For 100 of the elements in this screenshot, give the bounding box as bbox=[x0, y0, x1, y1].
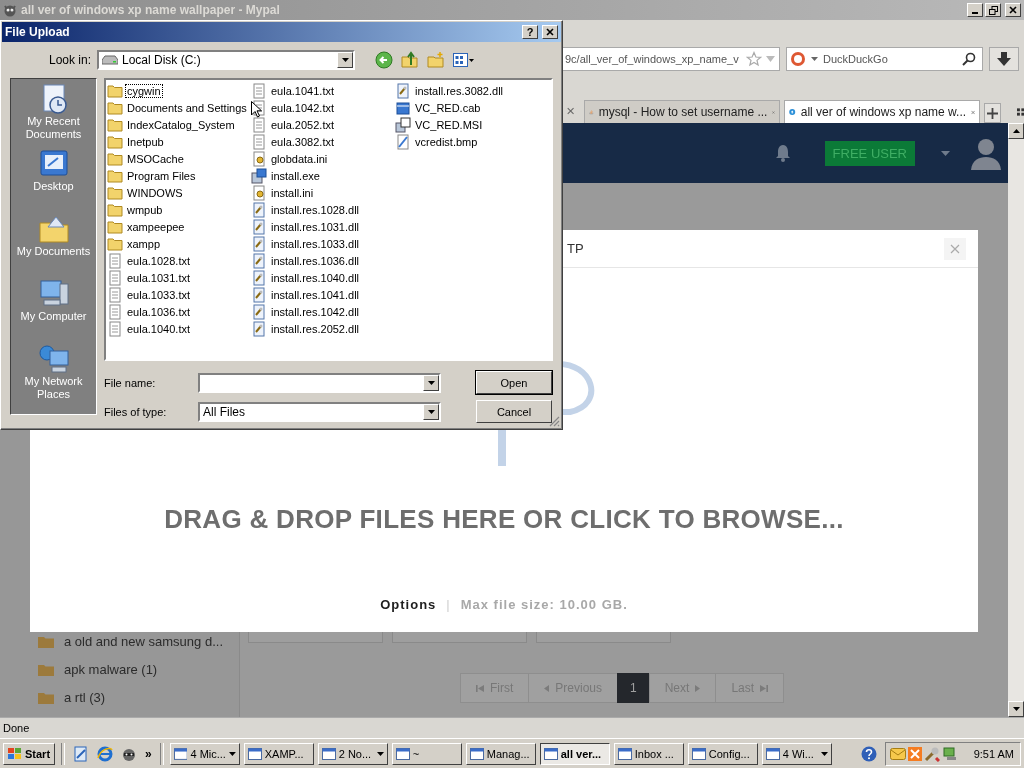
open-button[interactable]: Open bbox=[476, 371, 552, 394]
resize-grip-icon[interactable] bbox=[549, 416, 560, 427]
file-item[interactable]: MSOCache bbox=[125, 151, 186, 166]
options-link[interactable]: Options bbox=[380, 597, 437, 612]
file-item[interactable]: eula.1031.txt bbox=[125, 270, 192, 285]
scrollbar[interactable] bbox=[1008, 123, 1024, 717]
look-in-dropdown[interactable]: Local Disk (C:) bbox=[97, 50, 355, 70]
star-icon[interactable] bbox=[746, 51, 762, 67]
places-item[interactable]: My Documents bbox=[16, 245, 91, 258]
file-type-dropdown[interactable]: All Files bbox=[198, 401, 441, 422]
file-name-field[interactable] bbox=[198, 372, 441, 393]
file-item[interactable]: WINDOWS bbox=[125, 185, 185, 200]
pencil-document-icon[interactable] bbox=[73, 745, 90, 762]
new-tab-button[interactable] bbox=[984, 103, 1001, 123]
file-item[interactable]: install.res.1036.dll bbox=[269, 253, 362, 268]
bell-icon[interactable] bbox=[774, 144, 791, 162]
view-menu-icon[interactable] bbox=[453, 52, 475, 68]
pc-icon[interactable] bbox=[941, 745, 958, 762]
scroll-up-button[interactable] bbox=[1008, 123, 1024, 139]
file-item[interactable]: cygwin bbox=[125, 83, 163, 98]
cancel-button[interactable]: Cancel bbox=[476, 400, 552, 423]
folder-item[interactable]: a old and new samsung d... bbox=[64, 633, 223, 649]
taskbar-button[interactable]: ~ bbox=[391, 742, 462, 765]
folder-icon bbox=[107, 133, 123, 150]
file-item[interactable]: VC_RED.cab bbox=[413, 100, 483, 115]
up-folder-icon[interactable] bbox=[401, 51, 419, 69]
scroll-down-button[interactable] bbox=[1008, 701, 1024, 717]
file-item[interactable]: install.exe bbox=[269, 168, 322, 183]
network-computer-icon[interactable] bbox=[37, 343, 70, 375]
places-item[interactable]: Desktop bbox=[33, 180, 74, 193]
close-button[interactable] bbox=[1005, 3, 1021, 17]
settings-file-icon bbox=[251, 150, 267, 167]
caret-icon[interactable] bbox=[941, 150, 950, 156]
minimize-button[interactable] bbox=[967, 3, 983, 17]
taskbar-button[interactable]: 4 Mic... bbox=[169, 742, 240, 765]
file-item[interactable]: install.res.2052.dll bbox=[269, 321, 362, 336]
search-bar[interactable]: DuckDuckGo bbox=[786, 47, 983, 71]
window-icon bbox=[765, 746, 780, 761]
window-icon bbox=[395, 746, 410, 761]
file-item[interactable]: Inetpub bbox=[125, 134, 166, 149]
file-item[interactable]: eula.1033.txt bbox=[125, 287, 192, 302]
file-item[interactable]: VC_RED.MSI bbox=[413, 117, 485, 132]
folder-item[interactable]: apk malware (1) bbox=[64, 661, 158, 677]
file-item[interactable]: IndexCatalog_System bbox=[125, 117, 237, 132]
file-item[interactable]: install.res.1042.dll bbox=[269, 304, 362, 319]
help-button[interactable]: ? bbox=[522, 25, 538, 39]
file-item[interactable]: install.ini bbox=[269, 185, 316, 200]
file-item[interactable]: Program Files bbox=[125, 168, 198, 183]
file-item[interactable]: eula.1028.txt bbox=[125, 253, 192, 268]
download-button[interactable] bbox=[989, 47, 1019, 71]
close-icon[interactable] bbox=[567, 106, 575, 116]
file-item[interactable]: xampp bbox=[125, 236, 163, 251]
taskbar-button[interactable]: all ver... bbox=[539, 742, 610, 765]
avatar-icon[interactable] bbox=[970, 136, 1002, 170]
browser-tab[interactable]: mysql - How to set username ... bbox=[584, 100, 781, 123]
grid-icon[interactable] bbox=[1016, 107, 1024, 117]
file-item[interactable]: eula.1036.txt bbox=[125, 304, 192, 319]
file-item[interactable]: Documents and Settings bbox=[125, 100, 249, 115]
restore-button[interactable] bbox=[985, 3, 1001, 17]
places-item[interactable]: My Network Places bbox=[11, 375, 96, 401]
file-item[interactable]: eula.1042.txt bbox=[269, 100, 336, 115]
taskbar-button[interactable]: Manag... bbox=[465, 742, 536, 765]
drop-zone-prompt[interactable]: DRAG & DROP FILES HERE OR CLICK TO BROWSE... bbox=[164, 504, 844, 535]
file-item[interactable]: eula.1040.txt bbox=[125, 321, 192, 336]
mail-icon[interactable] bbox=[889, 746, 906, 761]
browser-e-icon[interactable] bbox=[97, 745, 114, 762]
file-item[interactable]: xampeepee bbox=[125, 219, 187, 234]
file-item[interactable]: install.res.3082.dll bbox=[413, 83, 506, 98]
places-item[interactable]: My Recent Documents bbox=[11, 115, 96, 141]
address-input[interactable]: 9c/all_ver_of_windows_xp_name_v bbox=[565, 53, 742, 65]
app-icon bbox=[3, 3, 17, 17]
browser-tab[interactable]: all ver of windows xp name w... bbox=[784, 100, 981, 123]
help-icon[interactable] bbox=[860, 745, 877, 762]
file-item[interactable]: install.res.1028.dll bbox=[269, 202, 362, 217]
file-item[interactable]: eula.2052.txt bbox=[269, 117, 336, 132]
pagination-button[interactable]: 1 bbox=[617, 673, 650, 703]
file-item[interactable]: wmpub bbox=[125, 202, 165, 217]
file-item[interactable]: eula.3082.txt bbox=[269, 134, 336, 149]
close-button[interactable] bbox=[542, 25, 558, 39]
search-input[interactable]: DuckDuckGo bbox=[823, 53, 957, 65]
folder-item[interactable]: a rtl (3) bbox=[64, 689, 106, 705]
taskbar-button[interactable]: 2 No... bbox=[317, 742, 388, 765]
file-item[interactable]: install.res.1031.dll bbox=[269, 219, 362, 234]
start-button[interactable]: Start bbox=[3, 742, 56, 765]
more-button[interactable]: » bbox=[143, 746, 154, 761]
taskbar-button[interactable]: Inbox ... bbox=[613, 742, 684, 765]
taskbar-button[interactable]: Config... bbox=[687, 742, 758, 765]
download-arrow-icon bbox=[997, 52, 1011, 66]
address-bar[interactable]: 9c/all_ver_of_windows_xp_name_v bbox=[560, 47, 780, 71]
window-icon bbox=[543, 746, 558, 761]
file-item[interactable]: install.res.1040.dll bbox=[269, 270, 362, 285]
file-item[interactable]: eula.1041.txt bbox=[269, 83, 336, 98]
file-item[interactable]: install.res.1033.dll bbox=[269, 236, 362, 251]
file-item[interactable]: install.res.1041.dll bbox=[269, 287, 362, 302]
taskbar-button[interactable]: 4 Wi... bbox=[761, 742, 832, 765]
tools-icon[interactable] bbox=[923, 745, 940, 762]
file-item[interactable]: vcredist.bmp bbox=[413, 134, 480, 149]
places-item[interactable]: My Computer bbox=[20, 310, 87, 323]
taskbar-button[interactable]: XAMP... bbox=[243, 742, 314, 765]
file-item[interactable]: globdata.ini bbox=[269, 151, 330, 166]
